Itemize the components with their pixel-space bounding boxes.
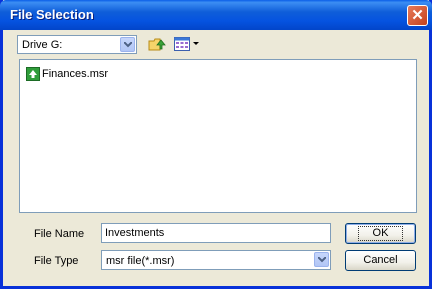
chevron-down-icon <box>124 42 132 48</box>
file-name-label-text: File Name <box>34 228 85 240</box>
drive-select[interactable]: Drive G: <box>17 35 137 54</box>
file-selection-dialog: File Selection ✕ Drive G: Finances.msr F… <box>0 0 432 289</box>
file-type-label-text: File Type <box>34 255 79 267</box>
file-name-label: Finances.msr <box>42 68 109 80</box>
up-folder-icon[interactable] <box>148 36 166 52</box>
chevron-down-icon <box>318 257 326 263</box>
view-menu-icon[interactable] <box>174 37 190 51</box>
close-icon: ✕ <box>411 7 424 24</box>
close-button[interactable]: ✕ <box>407 5 428 26</box>
ok-button[interactable]: OK <box>345 223 416 244</box>
file-list[interactable]: Finances.msr <box>19 59 417 213</box>
cancel-button[interactable]: Cancel <box>345 250 416 271</box>
dialog-title: File Selection <box>10 7 94 22</box>
ok-button-label: OK <box>357 226 404 241</box>
drive-select-value: Drive G: <box>22 39 63 51</box>
title-bar[interactable]: File Selection ✕ <box>0 0 432 30</box>
view-dropdown-arrow-icon[interactable] <box>193 42 199 46</box>
file-name-input-box[interactable] <box>101 223 331 243</box>
drive-dropdown-button[interactable] <box>120 37 135 52</box>
file-type-select[interactable]: msr file(*.msr) <box>101 250 331 270</box>
file-name-input[interactable] <box>105 227 325 239</box>
toolbar: Drive G: <box>17 35 317 55</box>
file-type-value: msr file(*.msr) <box>106 255 175 267</box>
file-type-dropdown-button[interactable] <box>314 252 329 267</box>
file-icon <box>26 67 40 81</box>
